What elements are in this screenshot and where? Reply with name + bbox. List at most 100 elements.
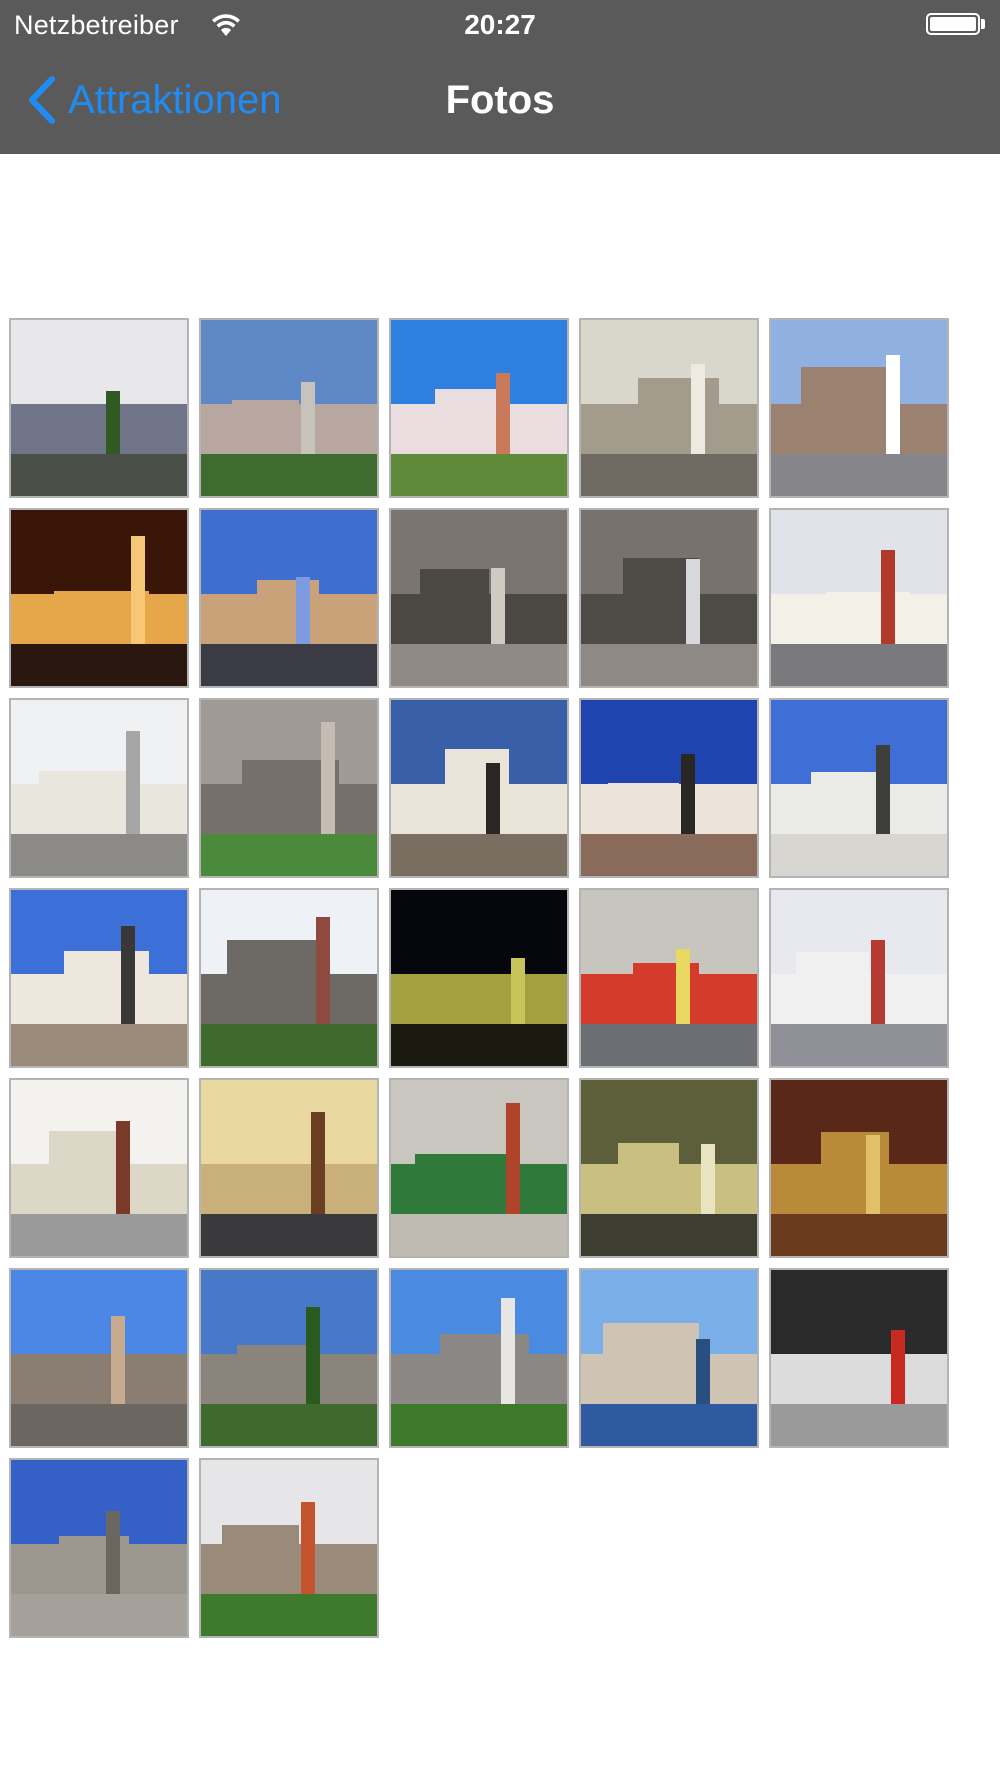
photo-ground [391,1023,567,1066]
photo-thumbnail[interactable] [769,508,949,688]
photo-detail [486,762,500,841]
photo-ground [11,1213,187,1256]
photo-detail [415,1153,509,1221]
photo-detail [106,1510,120,1601]
photo-thumbnail[interactable] [769,1268,949,1448]
photo-detail [891,1329,905,1411]
photo-thumbnail[interactable] [389,1078,569,1258]
photo-detail [222,1524,299,1601]
photo-detail [111,1315,125,1411]
photo-sky [11,1460,187,1545]
photo-thumbnail[interactable] [199,318,379,498]
photo-detail [511,957,525,1031]
photo-thumbnail[interactable] [199,888,379,1068]
photo-ground [391,453,567,496]
photo-detail [701,1143,715,1221]
photo-detail [676,948,690,1031]
photo-sky [201,320,377,405]
photo-ground [391,1213,567,1256]
photo-thumbnail[interactable] [579,1268,759,1448]
photo-detail [232,399,299,461]
photo-detail [686,558,700,651]
photo-ground [581,1213,757,1256]
photo-detail [106,390,120,461]
photo-thumbnail[interactable] [9,698,189,878]
photo-detail [618,1142,679,1221]
photo-thumbnail[interactable] [199,698,379,878]
photo-thumbnail[interactable] [389,698,569,878]
photo-detail [876,744,890,841]
photo-thumbnail[interactable] [9,1078,189,1258]
photo-ground [11,1403,187,1446]
photo-thumbnail[interactable] [199,1268,379,1448]
photo-thumbnail[interactable] [579,698,759,878]
photo-detail [227,939,319,1031]
photo-ground [11,1593,187,1636]
photo-ground [771,1023,947,1066]
photo-thumbnail[interactable] [389,508,569,688]
photo-detail [420,568,489,651]
photo-thumbnail[interactable] [579,888,759,1068]
photo-sky [201,1080,377,1165]
photo-thumbnail[interactable] [199,1078,379,1258]
photo-ground [771,1403,947,1446]
page-title: Fotos [445,78,555,122]
photo-detail [801,366,889,461]
photo-detail [39,770,129,841]
photo-detail [496,372,510,461]
photo-thumbnail[interactable] [199,1458,379,1638]
photo-thumbnail[interactable] [389,318,569,498]
battery-icon [926,13,980,35]
photo-sky [581,700,757,785]
photo-ground [11,643,187,686]
photo-thumbnail[interactable] [199,508,379,688]
photo-ground [581,833,757,876]
photo-ground [201,1403,377,1446]
photo-ground [201,453,377,496]
photo-thumbnail[interactable] [579,318,759,498]
photo-detail [306,1306,320,1411]
photo-sky [201,1270,377,1355]
photo-sky [771,510,947,595]
photo-detail [501,1297,515,1411]
photo-detail [301,381,315,461]
battery-tip [981,19,985,29]
photo-detail [796,951,869,1031]
photo-thumbnail[interactable] [579,1078,759,1258]
photo-detail [603,1322,699,1411]
photo-detail [638,377,719,461]
photo-ground [391,643,567,686]
photo-sky [11,1270,187,1355]
photo-thumbnail[interactable] [579,508,759,688]
photo-ground [11,1023,187,1066]
photo-thumbnail[interactable] [389,1268,569,1448]
photo-detail [321,721,335,841]
photo-ground [11,453,187,496]
photo-detail [440,1333,529,1411]
status-time: 20:27 [464,9,536,40]
photo-detail [316,916,330,1031]
photo-thumbnail[interactable] [9,1268,189,1448]
photo-ground [201,1213,377,1256]
photo-thumbnail[interactable] [9,1458,189,1638]
photo-detail [311,1111,325,1221]
photo-detail [252,1164,339,1221]
photo-ground [771,833,947,876]
photo-detail [681,753,695,841]
photo-detail [296,576,310,651]
photo-thumbnail[interactable] [9,318,189,498]
photo-thumbnail[interactable] [769,318,949,498]
photo-thumbnail[interactable] [389,888,569,1068]
photo-ground [201,1593,377,1636]
photo-thumbnail[interactable] [9,888,189,1068]
photo-thumbnail[interactable] [9,508,189,688]
photo-detail [871,939,885,1031]
photo-thumbnail[interactable] [769,698,949,878]
status-bar: Netzbetreiber 20:27 [0,0,1000,50]
photo-thumbnail[interactable] [769,1078,949,1258]
photo-sky [11,510,187,595]
photo-thumbnail[interactable] [769,888,949,1068]
navigation-bar: Attraktionen Fotos [0,50,1000,154]
photo-ground [581,1023,757,1066]
photo-ground [581,453,757,496]
